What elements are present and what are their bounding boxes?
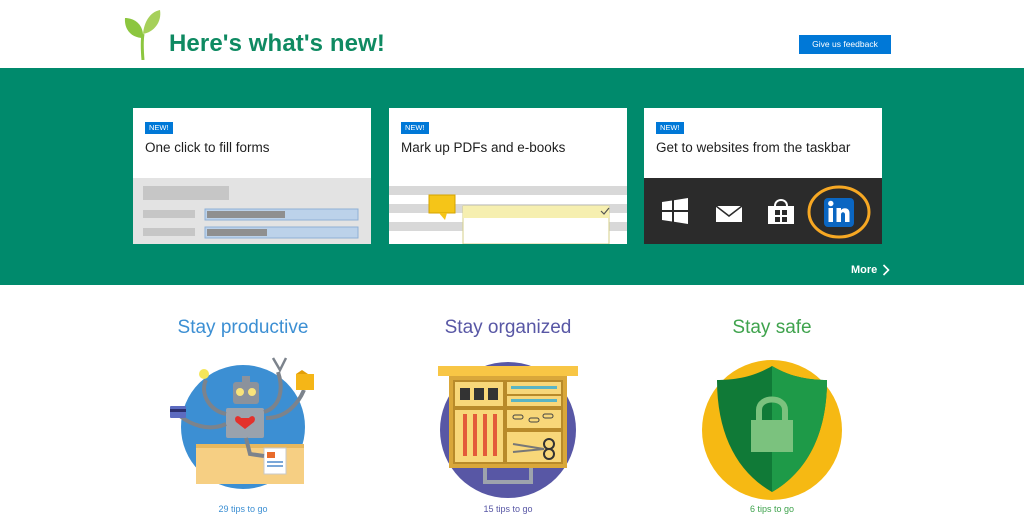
feature-card-fill-forms[interactable]: NEW! One click to fill forms [133,108,371,244]
page-title: Here's what's new! [169,30,385,57]
card-title: Get to websites from the taskbar [656,140,851,155]
pdf-markup-illustration [389,178,627,244]
feature-card-taskbar-websites[interactable]: NEW! Get to websites from the taskbar [644,108,882,244]
category-title: Stay productive [177,317,309,338]
category-stay-productive[interactable]: Stay productive 29 tips to go [133,316,353,514]
card-title: One click to fill forms [145,140,270,155]
more-link[interactable]: More [851,264,890,276]
category-stay-safe[interactable]: Stay safe 6 tips to go [662,316,882,514]
more-label: More [851,264,878,276]
taskbar-illustration [644,178,882,244]
tips-count: 29 tips to go [218,504,268,514]
new-badge: NEW! [656,122,684,134]
tips-count: 15 tips to go [483,504,533,514]
header: Here's what's new! Give us feedback [0,0,1024,68]
shield-lock-illustration [702,360,842,500]
feature-card-markup-pdfs[interactable]: NEW! Mark up PDFs and e-books [389,108,627,244]
sprout-logo-icon [124,10,161,60]
form-fill-illustration [133,178,371,244]
new-badge: NEW! [401,122,429,134]
card-title: Mark up PDFs and e-books [401,140,566,155]
robot-illustration [170,357,314,489]
mail-icon [715,205,743,222]
category-title: Stay safe [732,317,812,338]
feedback-button[interactable]: Give us feedback [799,35,891,54]
whats-new-band: NEW! One click to fill forms NEW! Mark u… [0,68,1024,285]
category-stay-organized[interactable]: Stay organized 15 tips to go [398,316,618,514]
new-badge: NEW! [145,122,173,134]
chevron-right-icon [883,264,890,276]
category-title: Stay organized [444,317,572,338]
organizer-drawer-illustration [438,362,578,498]
tips-count: 6 tips to go [749,504,795,514]
